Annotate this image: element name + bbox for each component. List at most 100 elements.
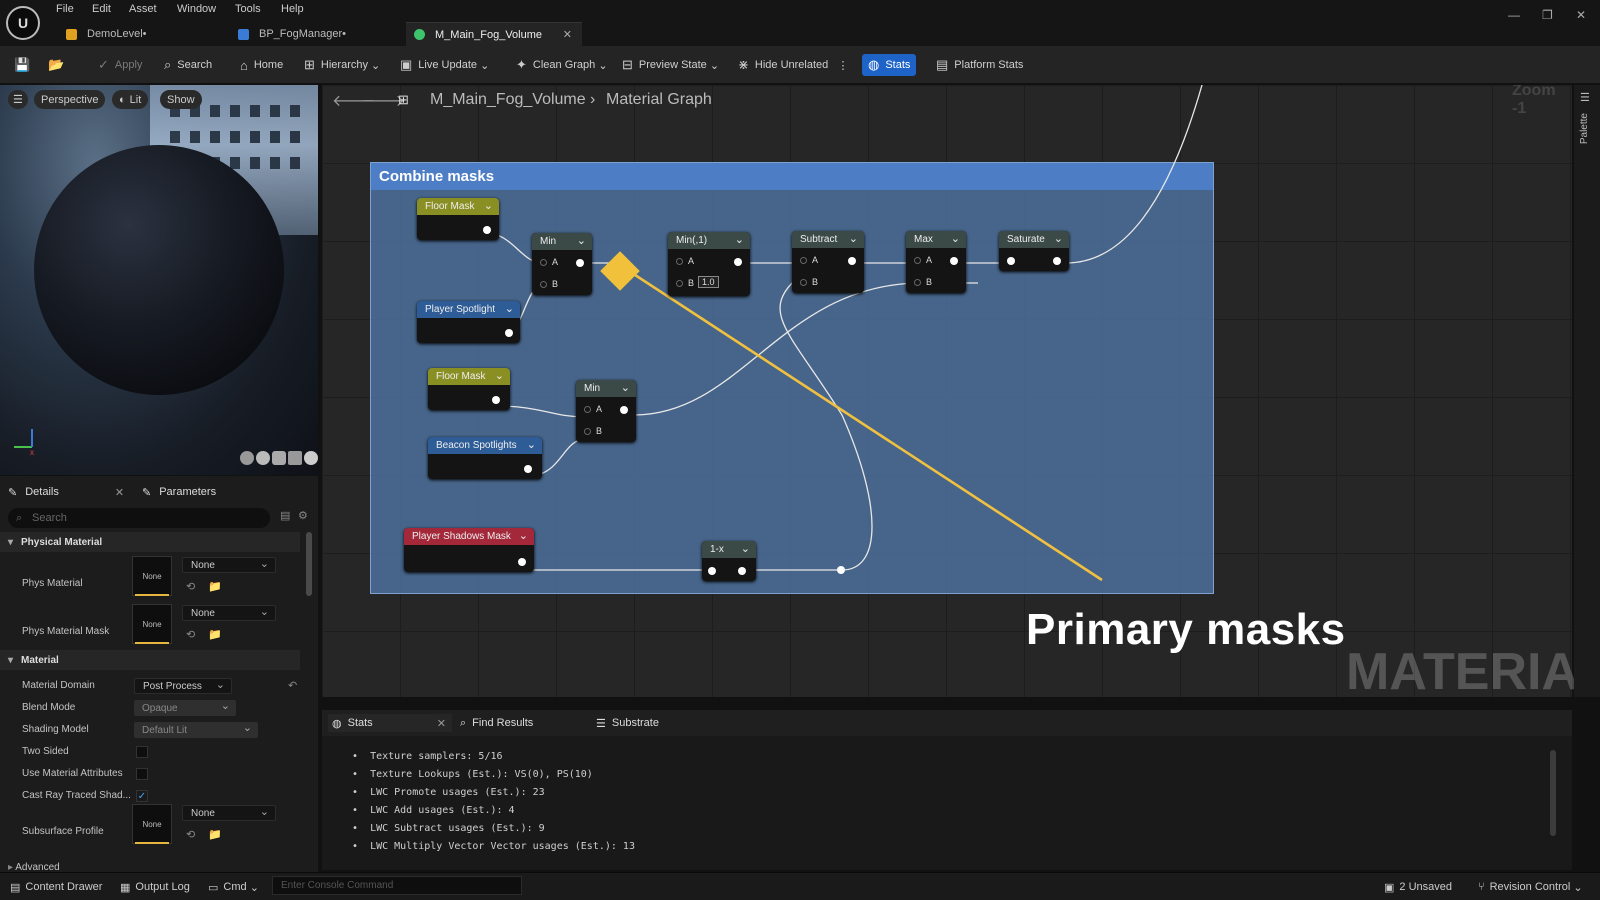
node-beacon-spotlights[interactable]: Beacon Spotlights ⌄: [428, 437, 542, 479]
revision-control-button[interactable]: ⑂ Revision Control ⌄: [1478, 879, 1583, 895]
apply-button[interactable]: ✓ Apply: [98, 55, 142, 75]
reset-icon[interactable]: ⟲: [186, 628, 195, 641]
input-pin-a[interactable]: [540, 259, 547, 266]
home-button[interactable]: ⌂ Home: [240, 55, 283, 75]
tab-demolevel[interactable]: DemoLevel•: [58, 22, 226, 46]
plane-icon[interactable]: [272, 451, 286, 465]
menu-help[interactable]: Help: [281, 3, 304, 15]
phys-material-dropdown[interactable]: None: [182, 557, 276, 573]
section-material[interactable]: ▾ Material: [0, 650, 300, 670]
stats-button[interactable]: ◍ Stats: [862, 54, 917, 76]
content-drawer-button[interactable]: ▤ Content Drawer: [10, 879, 102, 895]
output-pin[interactable]: [524, 465, 532, 473]
unreal-logo-icon[interactable]: U: [6, 6, 40, 40]
teapot-icon[interactable]: [304, 451, 318, 465]
tab-substrate[interactable]: ☰ Substrate: [596, 714, 659, 732]
details-search-input[interactable]: ⌕ Search: [8, 508, 270, 528]
output-pin[interactable]: [492, 396, 500, 404]
input-pin-b[interactable]: [800, 279, 807, 286]
preview-viewport[interactable]: ☰ Perspective ◐ Lit Show x: [0, 85, 318, 475]
blend-mode-dropdown[interactable]: Opaque: [134, 699, 236, 716]
input-pin-b[interactable]: [540, 281, 547, 288]
node-player-shadows-mask[interactable]: Player Shadows Mask ⌄: [404, 528, 534, 572]
input-pin-a[interactable]: [676, 258, 683, 265]
hide-unrelated-button[interactable]: ⋇ Hide Unrelated ⋮: [738, 55, 848, 75]
close-tab-icon[interactable]: ✕: [563, 28, 572, 41]
reset-icon[interactable]: ⟲: [186, 580, 195, 593]
shading-model-dropdown[interactable]: Default Lit: [134, 721, 258, 738]
use-material-attributes-checkbox[interactable]: [136, 768, 148, 780]
node-max[interactable]: Max ⌄ A B: [906, 231, 966, 293]
palette-menu-icon[interactable]: ☰: [1580, 91, 1590, 104]
material-graph-canvas[interactable]: 🡐 🡒 ⊞ M_Main_Fog_Volume › Material Graph…: [322, 85, 1572, 697]
output-pin[interactable]: [950, 257, 958, 265]
input-pin-b[interactable]: [676, 280, 683, 287]
input-pin[interactable]: [708, 567, 716, 575]
output-pin[interactable]: [734, 258, 742, 266]
node-floor-mask-1[interactable]: Floor Mask ⌄: [417, 198, 499, 240]
output-pin[interactable]: [576, 259, 584, 267]
node-one-minus[interactable]: 1-x ⌄: [702, 541, 756, 581]
menu-file[interactable]: File: [56, 3, 74, 15]
subsurface-profile-dropdown[interactable]: None: [182, 805, 276, 821]
phys-material-mask-thumbnail[interactable]: None: [132, 604, 172, 644]
menu-asset[interactable]: Asset: [129, 3, 157, 15]
node-min-1[interactable]: Min ⌄ A B: [532, 233, 592, 295]
stats-scrollbar[interactable]: [1550, 750, 1556, 836]
output-pin[interactable]: [1053, 257, 1061, 265]
show-button[interactable]: Show: [160, 90, 202, 109]
browse-icon[interactable]: 📂: [48, 55, 70, 75]
output-pin[interactable]: [505, 329, 513, 337]
output-pin[interactable]: [518, 558, 526, 566]
reroute-knot[interactable]: [837, 566, 845, 574]
close-stats-icon[interactable]: ✕: [437, 717, 446, 730]
output-log-button[interactable]: ▦ Output Log: [120, 879, 190, 895]
search-button[interactable]: ⌕ Search: [164, 55, 212, 75]
settings-gear-icon[interactable]: ⚙: [298, 509, 308, 522]
close-details-icon[interactable]: ✕: [115, 486, 124, 499]
browse-folder-icon[interactable]: 📁: [208, 580, 222, 593]
input-pin-a[interactable]: [800, 257, 807, 264]
node-min-const[interactable]: Min(,1) ⌄ A B 1.0: [668, 232, 750, 296]
material-domain-dropdown[interactable]: Post Process: [134, 678, 232, 694]
two-sided-checkbox[interactable]: [136, 746, 148, 758]
menu-tools[interactable]: Tools: [235, 3, 261, 15]
viewport-menu-icon[interactable]: ☰: [8, 90, 28, 109]
tab-bp-fogmanager[interactable]: BP_FogManager•: [230, 22, 402, 46]
node-saturate[interactable]: Saturate ⌄: [999, 231, 1069, 271]
menu-window[interactable]: Window: [177, 3, 216, 15]
table-view-icon[interactable]: ▤: [280, 509, 290, 522]
preview-state-button[interactable]: ⊟ Preview State ⌄: [622, 55, 719, 75]
perspective-button[interactable]: Perspective: [34, 90, 106, 109]
phys-material-thumbnail[interactable]: None: [132, 556, 172, 596]
palette-tab[interactable]: Palette: [1579, 113, 1590, 144]
live-update-button[interactable]: ▣ Live Update ⌄: [400, 55, 489, 75]
hierarchy-button[interactable]: ⊞ Hierarchy ⌄: [304, 55, 380, 75]
reset-icon[interactable]: ⟲: [186, 828, 195, 841]
clean-graph-button[interactable]: ✦ Clean Graph ⌄: [516, 55, 608, 75]
close-window-icon[interactable]: ✕: [1576, 8, 1586, 22]
platform-stats-button[interactable]: ▤ Platform Stats: [936, 55, 1023, 75]
section-physical-material[interactable]: ▾ Physical Material: [0, 532, 300, 552]
console-command-input[interactable]: Enter Console Command: [272, 876, 522, 895]
tab-details[interactable]: ✎ Details ✕: [8, 482, 124, 502]
restore-icon[interactable]: ❐: [1542, 8, 1553, 22]
output-pin[interactable]: [848, 257, 856, 265]
node-min-2[interactable]: Min ⌄ A B: [576, 380, 636, 442]
input-pin-b[interactable]: [584, 428, 591, 435]
node-floor-mask-2[interactable]: Floor Mask ⌄: [428, 368, 510, 410]
unsaved-button[interactable]: ▣ 2 Unsaved: [1384, 879, 1452, 895]
input-pin-a[interactable]: [584, 406, 591, 413]
input-pin[interactable]: [1007, 257, 1015, 265]
tab-find-results[interactable]: ⌕ Find Results: [460, 714, 533, 732]
b-value-field[interactable]: 1.0: [698, 276, 719, 288]
details-scrollbar[interactable]: [306, 532, 312, 596]
output-pin[interactable]: [483, 226, 491, 234]
reroute-diamond[interactable]: [600, 251, 640, 291]
output-pin[interactable]: [738, 567, 746, 575]
cube-icon[interactable]: [288, 451, 302, 465]
tab-parameters[interactable]: ✎ Parameters: [142, 482, 216, 502]
input-pin-a[interactable]: [914, 257, 921, 264]
lit-button[interactable]: ◐ Lit: [112, 90, 149, 109]
input-pin-b[interactable]: [914, 279, 921, 286]
